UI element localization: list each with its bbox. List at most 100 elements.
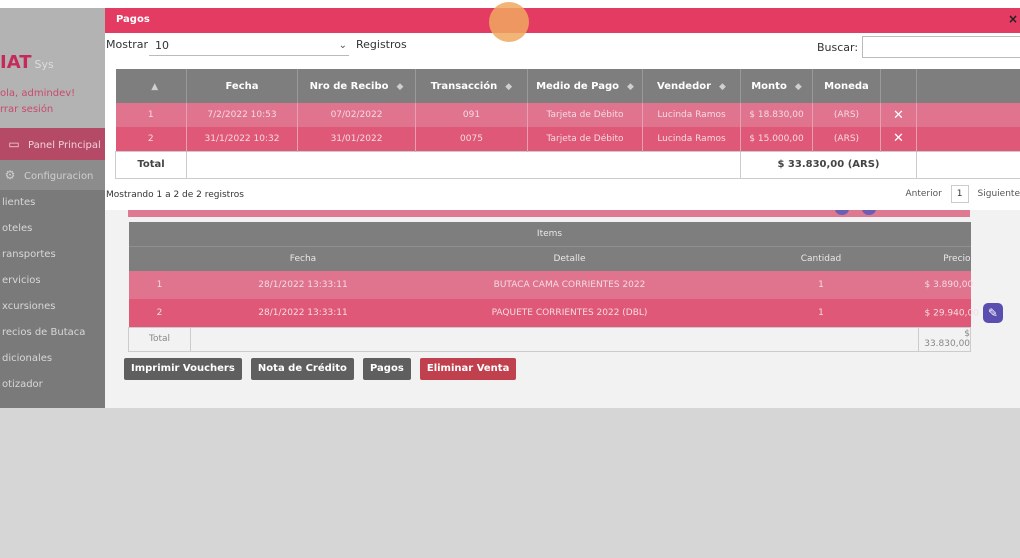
cell-recibo: 07/02/2022 (297, 103, 416, 127)
col-transaccion[interactable]: Transacción ◆ (415, 69, 528, 103)
search-label: Buscar: (817, 41, 859, 54)
sidebar-item-excursiones[interactable]: xcursiones (0, 294, 105, 320)
cell-monto: $ 15.000,00 (740, 127, 813, 151)
cell-extra (916, 127, 1020, 151)
table-row: 1 28/1/2022 13:33:11 BUTACA CAMA CORRIEN… (128, 271, 973, 299)
col-label: Vendedor (657, 80, 712, 92)
cell-recibo: 31/01/2022 (297, 127, 416, 151)
cell-monto: $ 18.830,00 (740, 103, 813, 127)
sort-icon: ◆ (505, 81, 513, 92)
close-icon[interactable]: × (1008, 12, 1018, 26)
sidebar-item-hoteles[interactable]: oteles (0, 216, 105, 242)
col-moneda[interactable]: Moneda (812, 69, 881, 103)
sidebar: IAT Sys ola, admindev! rrar sesión ▭ Panel… (0, 8, 105, 408)
cell-fecha: 28/1/2022 13:33:11 (190, 299, 416, 327)
items-total-value: $ 33.830,00 (917, 326, 972, 352)
page-size-select[interactable]: 10 ⌄ (149, 38, 349, 56)
items-total-label: Total (128, 326, 191, 352)
sidebar-item-cotizador[interactable]: otizador (0, 372, 105, 398)
next-page-button[interactable]: Siguiente (978, 189, 1020, 199)
items-total-spacer (190, 326, 919, 352)
cell-index: 2 (115, 127, 187, 151)
col-label: Monto (751, 80, 787, 92)
total-value: $ 33.830,00 (ARS) (740, 150, 917, 179)
sidebar-item-precios-butaca[interactable]: recios de Butaca (0, 320, 105, 346)
col-extra (916, 69, 1020, 103)
payments-modal: Pagos × Mostrar 10 ⌄ Registros Buscar: ▲… (105, 8, 1020, 210)
cell-transaccion: 0075 (415, 127, 528, 151)
delete-icon[interactable]: ✕ (893, 108, 904, 123)
sidebar-item-servicios[interactable]: ervicios (0, 268, 105, 294)
col-label: Medio de Pago (536, 80, 619, 92)
table-row: 1 7/2/2022 10:53 07/02/2022 091 Tarjeta … (115, 103, 1020, 127)
sidebar-item-label: otizador (2, 379, 43, 390)
brand-suffix: Sys (34, 58, 54, 71)
col-action (880, 69, 917, 103)
cell-precio: $ 29.940,00 ✎ (918, 299, 1003, 327)
sidebar-item-configuracion[interactable]: ⚙ Configuracion (0, 160, 105, 190)
sidebar-item-panel-principal[interactable]: ▭ Panel Principal (0, 128, 105, 160)
items-table: Items Fecha Detalle Cantidad Precio 1 28… (128, 222, 1003, 352)
cell-moneda: (ARS) (812, 127, 881, 151)
col-fecha[interactable]: Fecha (186, 69, 298, 103)
payments-button[interactable]: Pagos (362, 358, 411, 380)
search-input[interactable] (862, 36, 1020, 58)
sort-icon: ◆ (396, 81, 404, 92)
col-vendedor[interactable]: Vendedor ◆ (642, 69, 741, 103)
sidebar-item-transportes[interactable]: ransportes (0, 242, 105, 268)
total-spacer (186, 150, 741, 179)
delete-icon[interactable]: ✕ (893, 131, 904, 146)
table-controls: Mostrar 10 ⌄ Registros Buscar: (105, 33, 1020, 63)
items-col-index (128, 245, 191, 271)
cell-index: 1 (128, 271, 191, 299)
sidebar-item-label: recios de Butaca (2, 327, 86, 338)
cell-transaccion: 091 (415, 103, 528, 127)
col-index[interactable]: ▲ (115, 69, 187, 103)
cell-action: ✕ (880, 103, 917, 127)
cell-fecha: 31/1/2022 10:32 (186, 127, 298, 151)
cell-medio: Tarjeta de Débito (527, 103, 643, 127)
sidebar-item-label: Panel Principal (28, 140, 101, 151)
col-medio[interactable]: Medio de Pago ◆ (527, 69, 643, 103)
col-recibo[interactable]: Nro de Recibo ◆ (297, 69, 416, 103)
records-info: Mostrando 1 a 2 de 2 registros (106, 190, 244, 200)
cell-moneda: (ARS) (812, 103, 881, 127)
cursor-indicator (489, 2, 529, 42)
screen: IAT Sys ola, admindev! rrar sesión ▭ Panel… (0, 0, 1020, 558)
sidebar-item-label: dicionales (2, 353, 53, 364)
credit-note-button[interactable]: Nota de Crédito (250, 358, 354, 380)
prev-page-button[interactable]: Anterior (905, 189, 941, 199)
edit-icon[interactable]: ✎ (982, 302, 1003, 323)
delete-sale-button[interactable]: Eliminar Venta (419, 358, 517, 380)
sort-icon: ◆ (627, 81, 634, 92)
total-extra (916, 150, 1020, 179)
print-vouchers-button[interactable]: Imprimir Vouchers (124, 358, 242, 380)
modal-header: Pagos × (105, 8, 1020, 33)
sidebar-item-adicionales[interactable]: dicionales (0, 346, 105, 372)
action-buttons: Imprimir Vouchers Nota de Crédito Pagos … (124, 358, 520, 380)
sidebar-item-clientes[interactable]: lientes (0, 190, 105, 216)
items-col-fecha: Fecha (190, 245, 416, 271)
sidebar-brand-area: IAT Sys ola, admindev! rrar sesión (0, 8, 105, 128)
monitor-icon: ▭ (8, 137, 20, 151)
page-size-value: 10 (155, 39, 169, 52)
sort-asc-icon: ▲ (151, 81, 159, 92)
logout-link[interactable]: rrar sesión (0, 104, 53, 115)
brand-logo: IAT Sys (0, 52, 54, 73)
col-label: Transacción (430, 80, 498, 92)
lower-background (0, 408, 1020, 558)
settings-icon: ⚙ (4, 168, 16, 182)
items-total-row: Total $ 33.830,00 (128, 326, 972, 352)
items-col-precio: Precio (918, 245, 971, 271)
col-label: Nro de Recibo (309, 80, 389, 92)
items-col-cantidad: Cantidad (723, 245, 919, 271)
show-label: Mostrar (106, 38, 149, 51)
table-row: 2 31/1/2022 10:32 31/01/2022 0075 Tarjet… (115, 127, 1020, 151)
cell-fecha: 7/2/2022 10:53 (186, 103, 298, 127)
page-number-button[interactable]: 1 (950, 185, 969, 203)
table-footer: Mostrando 1 a 2 de 2 registros Anterior … (105, 185, 1020, 210)
col-monto[interactable]: Monto ◆ (740, 69, 813, 103)
payments-total-row: Total $ 33.830,00 (ARS) (115, 150, 1020, 179)
table-row: 2 28/1/2022 13:33:11 PAQUETE CORRIENTES … (128, 299, 1003, 327)
items-title: Items (128, 222, 971, 246)
